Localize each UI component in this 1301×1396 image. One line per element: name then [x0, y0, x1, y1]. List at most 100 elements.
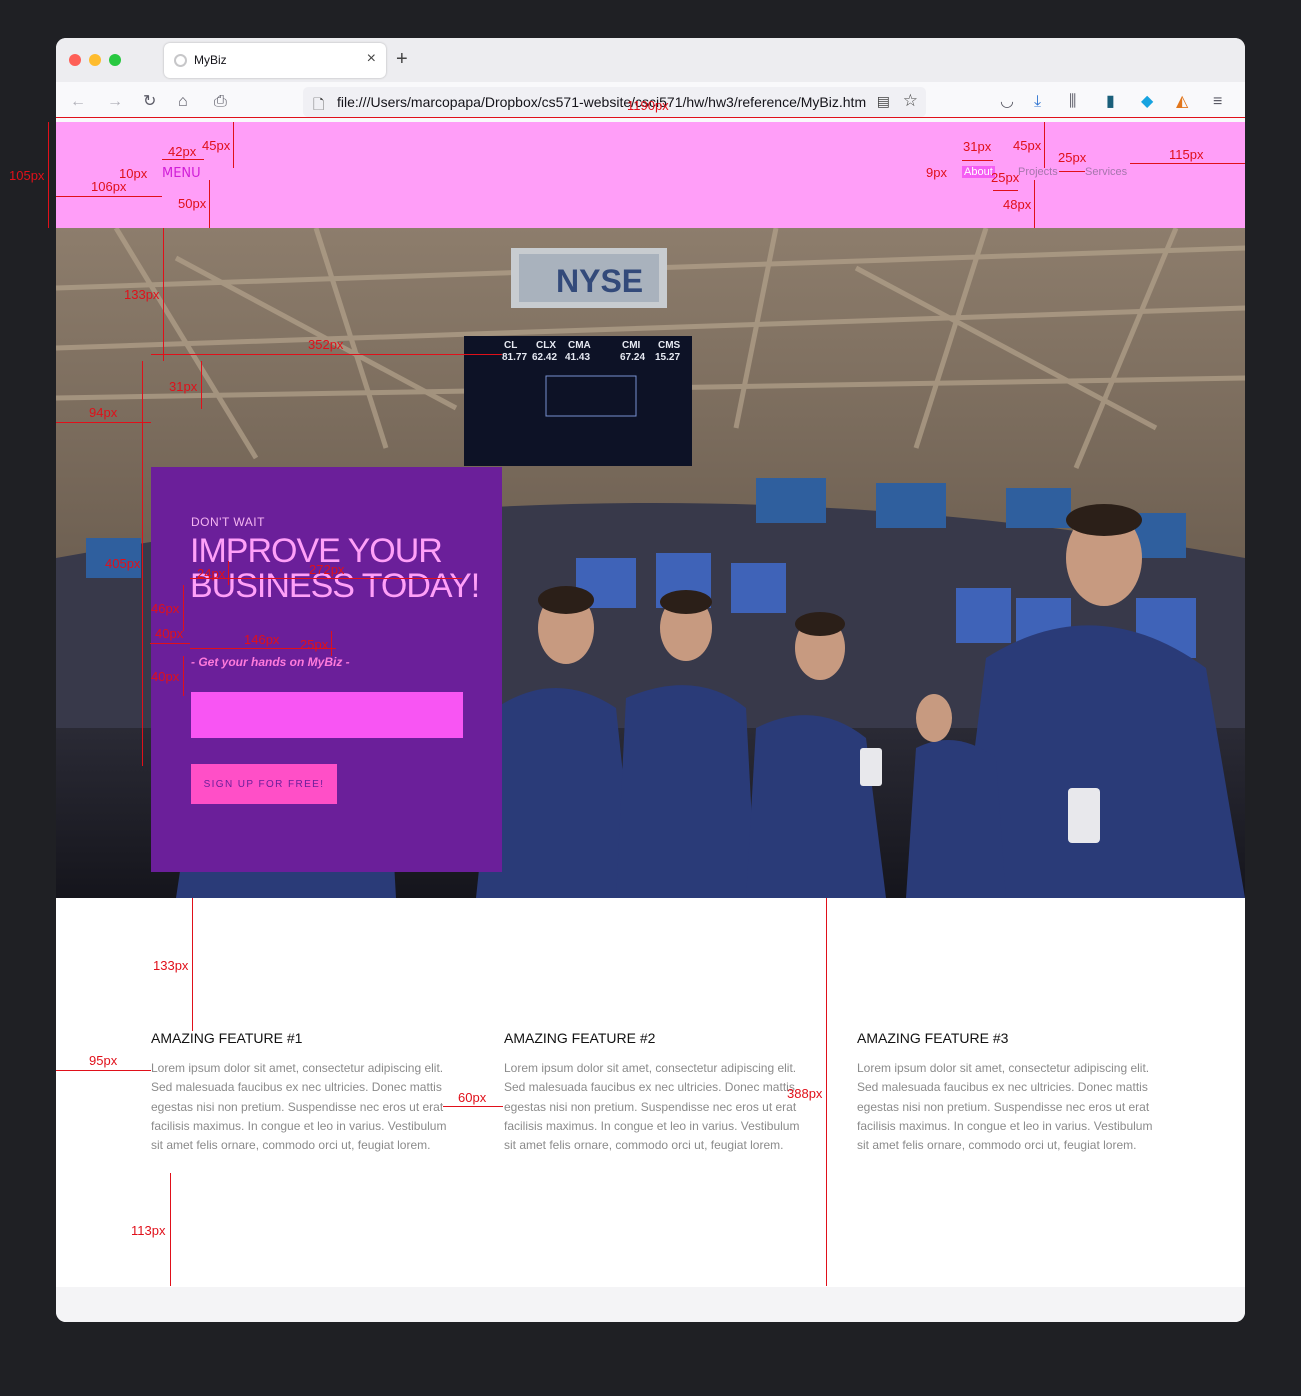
- library-icon[interactable]: ⫼: [1069, 92, 1076, 112]
- board-label: CL: [504, 340, 517, 351]
- measure-line: [1044, 122, 1045, 168]
- board-label: CMA: [568, 340, 591, 351]
- measure-line: [183, 585, 184, 631]
- measure-label: 31px: [963, 139, 992, 154]
- board-value: 41.43: [565, 352, 590, 363]
- measure-line: [443, 1106, 503, 1107]
- home-icon[interactable]: ⌂: [178, 92, 188, 112]
- browser-tab[interactable]: MyBiz ×: [164, 43, 386, 78]
- loading-icon: [174, 54, 187, 67]
- measure-label: 50px: [178, 196, 207, 211]
- feature-card: AMAZING FEATURE #3 Lorem ipsum dolor sit…: [857, 1030, 1157, 1155]
- measure-line: [170, 1173, 171, 1286]
- measure-line: [190, 578, 462, 579]
- bookmark-star-icon[interactable]: ☆: [903, 91, 918, 111]
- minimize-window-button[interactable]: [89, 54, 101, 66]
- tab-title: MyBiz: [194, 53, 227, 67]
- hero-tagline: - Get your hands on MyBiz -: [191, 655, 350, 669]
- measure-line: [1059, 171, 1085, 172]
- title-bar: MyBiz × +: [56, 38, 1245, 82]
- measure-line: [233, 122, 234, 168]
- forward-icon[interactable]: →: [107, 92, 123, 112]
- measure-label: 388px: [787, 1086, 823, 1101]
- measure-line: [162, 159, 204, 160]
- measure-label: 40px: [155, 626, 184, 641]
- measure-label: 133px: [124, 287, 160, 302]
- file-icon: 🗋: [313, 96, 325, 112]
- feature-body: Lorem ipsum dolor sit amet, consectetur …: [151, 1061, 447, 1153]
- measure-line: [56, 196, 162, 197]
- measure-label: 40px: [151, 669, 180, 684]
- measure-line: [826, 898, 827, 1286]
- measure-label: 405px: [105, 556, 141, 571]
- nav-link-about[interactable]: About: [962, 166, 995, 178]
- measure-line: [56, 117, 1245, 118]
- pocket-icon[interactable]: ◡: [1000, 92, 1014, 112]
- browser-window: MyBiz × + ← → ↻ ⌂ ⎙ 🗋 file:///Users/marc…: [56, 38, 1245, 1322]
- measure-label: 146px: [244, 632, 280, 647]
- measure-label: 25px: [300, 637, 329, 652]
- measure-line: [151, 354, 502, 355]
- measure-line: [331, 631, 332, 656]
- measure-line: [150, 643, 190, 644]
- feature-body: Lorem ipsum dolor sit amet, consectetur …: [857, 1061, 1153, 1153]
- measure-line: [192, 898, 193, 1031]
- download-icon[interactable]: ⤓: [1034, 92, 1041, 112]
- measure-label: 10px: [119, 166, 148, 181]
- nav-link-projects[interactable]: Projects: [1018, 166, 1058, 178]
- measure-label: 31px: [169, 379, 198, 394]
- reload-icon[interactable]: ↻: [143, 92, 156, 112]
- new-tab-button[interactable]: +: [396, 48, 408, 71]
- zoom-window-button[interactable]: [109, 54, 121, 66]
- signup-panel: DON'T WAIT IMPROVE YOUR BUSINESS TODAY! …: [151, 467, 502, 872]
- measure-line: [142, 361, 143, 766]
- measure-line: [163, 228, 164, 361]
- measure-label: 133px: [153, 958, 189, 973]
- signup-button[interactable]: SIGN UP FOR FREE!: [191, 764, 337, 804]
- back-icon[interactable]: ←: [70, 92, 86, 112]
- measure-line: [48, 122, 49, 228]
- extension-cube-icon[interactable]: ◆: [1141, 92, 1153, 112]
- measure-line: [56, 1070, 151, 1071]
- measure-line: [228, 561, 229, 585]
- measure-line: [56, 422, 151, 423]
- hamburger-menu-icon[interactable]: ≡: [1213, 92, 1222, 112]
- menu-link[interactable]: MENU: [162, 166, 201, 181]
- url-text[interactable]: file:///Users/marcopapa/Dropbox/cs571-we…: [337, 94, 867, 110]
- measure-label: 25px: [991, 170, 1020, 185]
- close-icon[interactable]: ×: [367, 50, 376, 68]
- web-page: MENU About Projects Services NYSE CL CLX…: [56, 122, 1245, 1287]
- measure-label: 46px: [151, 601, 180, 616]
- print-icon[interactable]: ⎙: [214, 92, 227, 112]
- email-input[interactable]: [191, 692, 463, 738]
- feature-title: AMAZING FEATURE #3: [857, 1030, 1009, 1046]
- hero-section: NYSE CL CLX CMA CMI CMS 81.77 62.42 41.4…: [56, 228, 1245, 898]
- measure-label: 272px: [309, 562, 345, 577]
- board-label: CLX: [536, 340, 556, 351]
- measure-line: [1130, 163, 1245, 164]
- reader-view-icon[interactable]: ▤: [877, 93, 890, 110]
- feature-title: AMAZING FEATURE #1: [151, 1030, 303, 1046]
- metamask-icon[interactable]: ◭: [1176, 92, 1188, 112]
- measure-line: [209, 180, 210, 228]
- board-value: 81.77: [502, 352, 527, 363]
- extension-icon[interactable]: ▮: [1106, 92, 1115, 112]
- url-bar[interactable]: 🗋 file:///Users/marcopapa/Dropbox/cs571-…: [303, 87, 926, 117]
- nyse-sign-text: NYSE: [556, 263, 643, 299]
- measure-line: [1034, 180, 1035, 228]
- measure-label: 115px: [1169, 147, 1204, 162]
- board-value: 67.24: [620, 352, 645, 363]
- board-label: CMS: [658, 340, 681, 351]
- feature-card: AMAZING FEATURE #1 Lorem ipsum dolor sit…: [151, 1030, 451, 1155]
- measure-label: 352px: [308, 337, 344, 352]
- measure-label: 95px: [89, 1053, 118, 1068]
- measure-line: [993, 190, 1018, 191]
- close-window-button[interactable]: [69, 54, 81, 66]
- measure-label: 45px: [1013, 138, 1042, 153]
- board-label: CMI: [622, 340, 641, 351]
- measure-label: 60px: [458, 1090, 487, 1105]
- nav-link-services[interactable]: Services: [1085, 166, 1127, 178]
- feature-card: AMAZING FEATURE #2 Lorem ipsum dolor sit…: [504, 1030, 804, 1155]
- measure-label: 48px: [1003, 197, 1032, 212]
- measure-label: 106px: [91, 179, 127, 194]
